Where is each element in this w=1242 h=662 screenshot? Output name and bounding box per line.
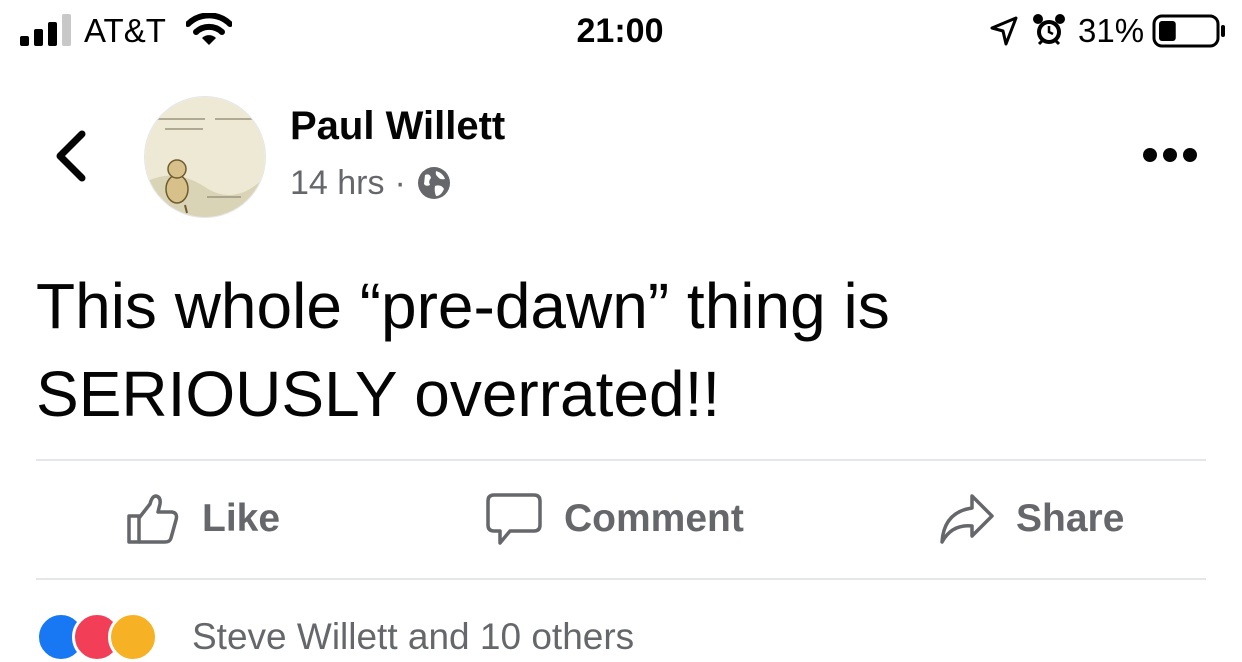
post-actions: Like Comment Share [36, 462, 1206, 576]
post-body: This whole “pre-dawn” thing is SERIOUSLY… [36, 270, 890, 430]
divider-bottom [36, 578, 1206, 580]
signal-icon [20, 14, 71, 46]
post-meta: 14 hrs · [290, 161, 452, 205]
status-bar: AT&T 21:00 31% [0, 0, 1242, 64]
share-icon [940, 494, 994, 544]
meta-separator: · [394, 163, 406, 202]
comment-icon [486, 493, 542, 545]
status-time: 21:00 [576, 12, 664, 50]
author-name[interactable]: Paul Willett [290, 104, 505, 149]
share-button[interactable]: Share [938, 462, 1124, 576]
share-label: Share [1016, 497, 1125, 540]
like-button[interactable]: Like [126, 462, 280, 576]
post-timestamp[interactable]: 14 hrs [290, 164, 385, 203]
battery-icon [1152, 14, 1225, 48]
reactions-text: Steve Willett and 10 others [192, 616, 635, 657]
reactions-summary[interactable]: Steve Willett and 10 others [36, 612, 1206, 662]
avatar[interactable] [144, 96, 266, 218]
like-label: Like [202, 497, 281, 540]
haha-reaction-icon [108, 612, 158, 662]
divider-top [36, 459, 1206, 461]
battery-percent: 31% [1078, 12, 1145, 49]
globe-icon [417, 167, 450, 199]
chevron-left-icon[interactable] [48, 128, 96, 184]
wifi-icon [186, 13, 232, 45]
comment-button[interactable]: Comment [486, 462, 744, 576]
thumbs-up-icon [127, 494, 179, 544]
comment-label: Comment [564, 497, 744, 540]
carrier-name: AT&T [84, 12, 166, 49]
alarm-icon [1033, 14, 1065, 46]
location-icon [990, 16, 1018, 46]
more-horizontal-icon[interactable] [1142, 140, 1198, 170]
